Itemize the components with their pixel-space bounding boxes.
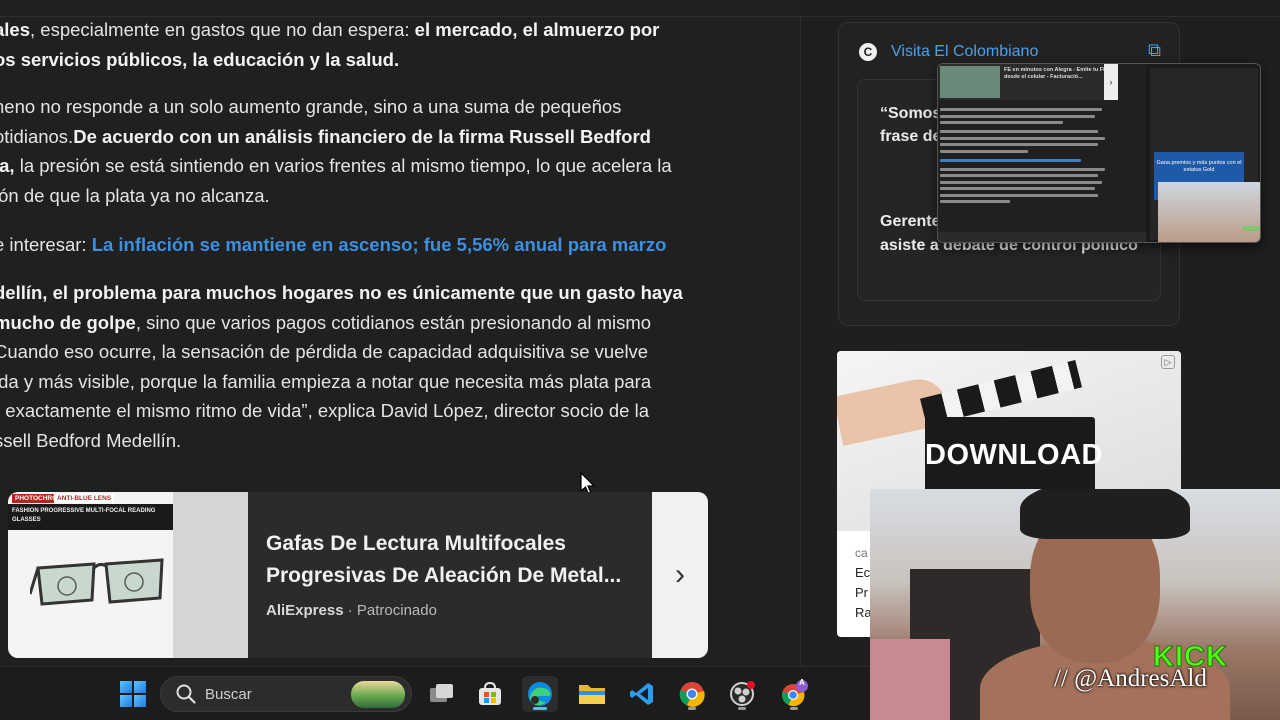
product-image: PHOTOCHROMIC ANTI-BLUE LENS FASHION PROG…	[8, 492, 248, 658]
separator: ·	[343, 602, 357, 619]
product-strip-text: FASHION PROGRESSIVE MULTI-FOCAL READING …	[8, 504, 173, 530]
preview-ad-image	[940, 66, 1000, 98]
chevron-right-icon: ›	[675, 558, 685, 591]
webcam-overlay: KICK // @AndresAld	[870, 489, 1280, 720]
text: ida y más visible, porque la familia emp…	[0, 370, 652, 392]
headline-line: Gerente	[880, 213, 941, 230]
sponsored-card[interactable]: PHOTOCHROMIC ANTI-BLUE LENS FASHION PROG…	[8, 492, 708, 658]
search-icon	[176, 684, 196, 704]
preview-ad-text: FE en minutos con Alegra - Emite tu FE d…	[1004, 67, 1107, 80]
divider	[800, 16, 801, 666]
bold-text: De acuerdo con un análisis financiero de…	[73, 125, 651, 147]
preview-taskbar	[938, 232, 1146, 242]
glasses-icon	[30, 558, 164, 606]
text: Cuando eso ocurre, la sensación de pérdi…	[0, 341, 649, 362]
chrome-icon[interactable]	[674, 676, 710, 712]
windows-taskbar: Buscar A	[0, 666, 870, 720]
task-view-icon[interactable]	[424, 676, 460, 712]
preview-page: FE en minutos con Alegra - Emite tu FE d…	[938, 64, 1146, 242]
open-indicator	[790, 707, 798, 710]
product-badge: ANTI-BLUE LENS	[54, 494, 115, 503]
carousel-next-button[interactable]: ›	[652, 492, 708, 658]
clapperboard-text: DOWNLOAD	[925, 439, 1103, 471]
window-preview-thumbnail[interactable]: FE en minutos con Alegra - Emite tu FE d…	[937, 63, 1261, 243]
text: ssell Bedford Medellín.	[0, 429, 182, 451]
article-column: ales, especialmente en gastos que no dan…	[0, 0, 800, 670]
sponsored-title[interactable]: Gafas De Lectura Multifocales Progresiva…	[266, 528, 650, 592]
bold-text: ales	[0, 19, 31, 40]
sponsored-source: AliExpress	[266, 602, 344, 619]
related-article-link[interactable]: La inflación se mantiene en ascenso; fue…	[92, 234, 667, 255]
paragraph-2: neno no responde a un solo aumento grand…	[0, 92, 714, 210]
text: ión de que la plata ya no alcanza.	[0, 184, 270, 206]
preview-webcam	[1158, 182, 1260, 242]
text: neno no responde a un solo aumento grand…	[0, 96, 622, 117]
el-colombiano-logo-icon: C	[859, 43, 877, 61]
search-placeholder: Buscar	[205, 686, 252, 703]
headline-line: frase de	[880, 128, 942, 145]
search-highlight-icon	[351, 681, 405, 708]
paragraph-1: ales, especialmente en gastos que no dan…	[0, 15, 714, 74]
obs-icon[interactable]	[724, 676, 760, 712]
bold-text: ia,	[0, 155, 15, 176]
bold-text: dellín, el problema para muchos hogares …	[0, 282, 683, 303]
sponsored-label: Patrocinado	[356, 602, 437, 619]
headline-line: “Somos	[880, 105, 942, 122]
text: r exactamente el mismo ritmo de vida”, e…	[0, 400, 649, 421]
preview-ad: FE en minutos con Alegra - Emite tu FE d…	[938, 64, 1118, 100]
preview-kick-logo: KICK	[1243, 226, 1261, 233]
related-article: e interesar: La inflación se mantiene en…	[0, 230, 714, 260]
external-link-icon[interactable]: ⧉	[1148, 40, 1161, 61]
text: otidianos.	[0, 125, 74, 147]
text: la presión se está sintiendo en varios f…	[14, 155, 672, 176]
webcam-background	[870, 639, 950, 720]
chevron-right-icon: ›	[1104, 64, 1118, 100]
bold-text: el mercado, el almuerzo por	[414, 19, 660, 40]
vscode-icon[interactable]	[624, 676, 660, 712]
ad-choices-icon[interactable]: ▷	[1161, 355, 1175, 369]
divider	[0, 16, 1280, 17]
active-indicator	[533, 707, 547, 710]
text: , especialmente en gastos que no dan esp…	[30, 19, 415, 40]
edge-icon[interactable]	[522, 676, 558, 712]
related-prefix: e interesar:	[0, 234, 92, 255]
chrome-profile-icon[interactable]: A	[776, 676, 812, 712]
streamer-handle: // @AndresAld	[1054, 665, 1207, 692]
store-icon[interactable]	[472, 676, 508, 712]
profile-badge: A	[799, 678, 805, 687]
bold-text: mucho de golpe	[0, 311, 136, 333]
open-indicator	[738, 707, 746, 710]
open-indicator	[688, 707, 696, 710]
file-explorer-icon[interactable]	[574, 676, 610, 712]
bold-text: os servicios públicos, la educación y la…	[0, 48, 400, 70]
sponsored-meta: AliExpress · Patrocinado	[266, 602, 437, 619]
preview-text-lines	[940, 108, 1116, 207]
windows-start-icon[interactable]	[115, 676, 151, 712]
webcam-person-cap	[1020, 489, 1190, 539]
text: , sino que varios pagos cotidianos están…	[135, 311, 652, 333]
preview-blue-ad-text: Gana premios y más puntos con el estatus…	[1156, 160, 1242, 173]
taskbar-search[interactable]: Buscar	[160, 676, 412, 712]
visit-el-colombiano-link[interactable]: Visita El Colombiano	[891, 43, 1038, 61]
paragraph-3: dellín, el problema para muchos hogares …	[0, 278, 714, 455]
